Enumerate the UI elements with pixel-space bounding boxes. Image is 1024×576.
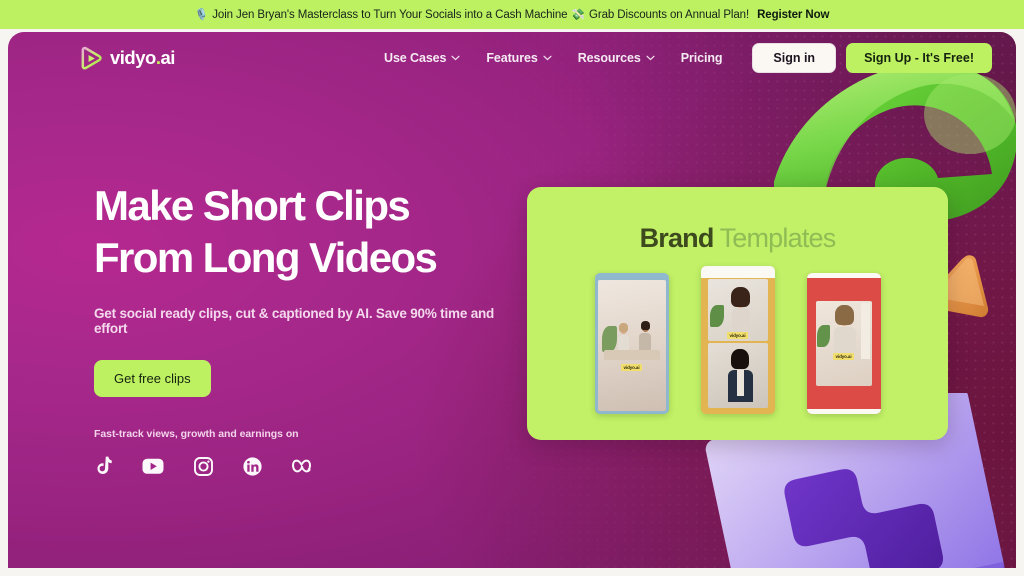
thumbnail-bottom-bar [806,409,881,414]
chevron-down-icon [543,55,552,61]
nav-label: Resources [577,51,641,65]
brand-templates-heading: Brand Templates [527,187,948,254]
chevron-down-icon [646,55,655,61]
nav-item-features[interactable]: Features [486,51,552,65]
promo-text-part1: Join Jen Bryan's Masterclass to Turn You… [212,8,568,21]
template-thumbnails: vidyo.ai vidyo.ai vidyo.ai [527,266,948,421]
nav-item-pricing[interactable]: Pricing [681,51,723,65]
template-thumbnail-yellow[interactable]: vidyo.ai [700,266,775,414]
play-button-icon [81,46,102,70]
logo-text: vidyo.ai [110,47,175,68]
nav-label: Features [486,51,538,65]
logo[interactable]: vidyo.ai [78,46,175,71]
title-line-1: Make Short Clips [94,182,411,229]
social-icons-row [94,456,524,476]
get-free-clips-button[interactable]: Get free clips [94,360,211,397]
navbar: vidyo.ai Use Cases Features Resources Pr… [8,32,1016,84]
heading-brand: Brand [639,223,715,253]
thumbnail-image-bottom [707,343,768,408]
template-thumbnail-red[interactable]: vidyo.ai [806,273,881,414]
promo-text-part2: Grab Discounts on Annual Plan! [589,8,750,21]
nav-label: Pricing [680,51,723,65]
youtube-icon[interactable] [142,458,164,475]
hero-subtitle: Get social ready clips, cut & captioned … [94,306,495,336]
thumbnail-caption: vidyo.ai [726,332,749,339]
page-title: Make Short Clips From Long Videos [94,180,524,284]
tiktok-icon[interactable] [94,456,112,476]
thumbnail-image [815,301,872,386]
hero-section: vidyo.ai Use Cases Features Resources Pr… [8,32,1016,568]
sign-in-button[interactable]: Sign in [752,43,837,73]
meta-icon[interactable] [292,458,318,474]
template-thumbnail-blue[interactable]: vidyo.ai [594,273,669,414]
sign-up-button[interactable]: Sign Up - It's Free! [846,43,992,73]
hero-copy: Make Short Clips From Long Videos Get so… [94,180,524,476]
thumbnail-caption: vidyo.ai [832,353,855,360]
money-flying-icon: 💸 [571,9,586,21]
heading-templates: Templates [719,223,837,253]
linkedin-icon[interactable] [243,456,262,476]
fast-track-label: Fast-track views, growth and earnings on [94,428,299,440]
nav-item-use-cases[interactable]: Use Cases [384,51,460,65]
thumbnail-image: vidyo.ai [597,280,666,411]
brand-templates-card: Brand Templates vidyo.ai vidyo.ai vidyo.… [527,187,948,440]
nav-label: Use Cases [384,51,447,65]
nav-actions: Sign in Sign Up - It's Free! [752,43,992,73]
promo-banner: 🎙️ Join Jen Bryan's Masterclass to Turn … [0,0,1024,29]
nav-item-resources[interactable]: Resources [578,51,655,65]
microphone-icon: 🎙️ [194,9,209,21]
chevron-down-icon [451,55,460,61]
register-now-link[interactable]: Register Now [757,9,829,21]
title-line-2: From Long Videos [94,234,438,281]
instagram-icon[interactable] [194,456,213,476]
nav-links: Use Cases Features Resources Pricing [384,51,722,65]
thumbnail-top-bar [806,273,881,278]
thumbnail-caption: vidyo.ai [620,364,643,371]
thumbnail-top-bar [700,266,775,278]
